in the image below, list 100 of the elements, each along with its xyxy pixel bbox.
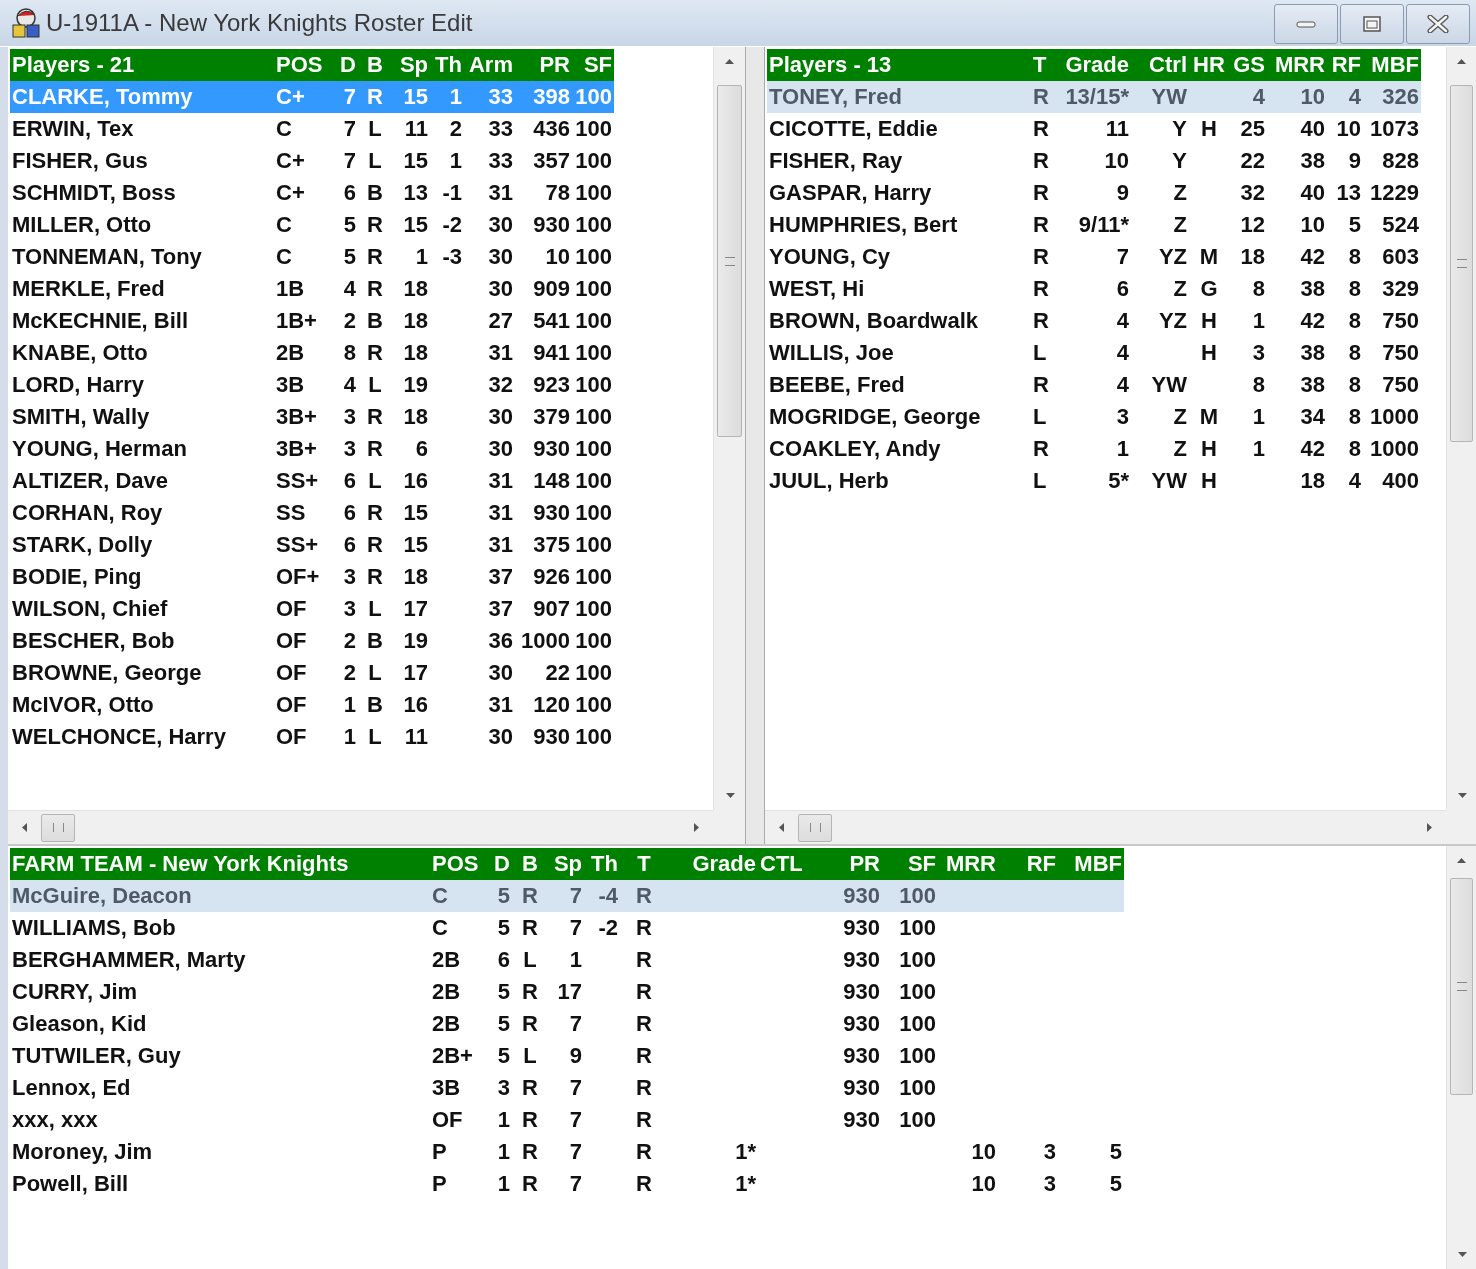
table-cell-text: 326 — [1381, 84, 1420, 110]
column-header[interactable]: Players - 13 — [767, 52, 1031, 78]
column-header[interactable]: Grade — [1061, 52, 1131, 78]
arrow-up-icon[interactable] — [725, 57, 734, 66]
column-header[interactable]: MBF — [1058, 851, 1124, 877]
column-header[interactable]: T — [1031, 52, 1061, 78]
column-header[interactable]: Ctrl — [1131, 52, 1189, 78]
vertical-scrollbar[interactable] — [713, 47, 745, 810]
column-header[interactable]: Players - 21 — [10, 52, 274, 78]
table-cell-text: 10 — [970, 1171, 997, 1197]
column-header[interactable]: Th — [430, 52, 464, 78]
column-header[interactable]: HR — [1189, 52, 1229, 78]
close-button[interactable] — [1406, 4, 1470, 44]
table-cell-text: McKECHNIE, Bill — [11, 308, 190, 334]
column-header[interactable]: SF — [572, 52, 614, 78]
table-cell-text: 930 — [532, 724, 571, 750]
column-header[interactable]: Grade — [668, 851, 758, 877]
table-cell-text: 100 — [574, 724, 613, 750]
table-cell-text: 27 — [487, 308, 514, 334]
table-cell-text: -2 — [597, 915, 619, 941]
column-header[interactable]: B — [512, 851, 548, 877]
column-header[interactable]: PR — [515, 52, 572, 78]
horizontal-scrollbar[interactable] — [8, 810, 713, 844]
table-cell-text: 7 — [568, 1171, 583, 1197]
table-cell-text: R — [366, 84, 384, 110]
arrow-up-icon[interactable] — [1457, 856, 1466, 865]
table-cell-text: ERWIN, Tex — [11, 116, 135, 142]
scroll-thumb[interactable] — [1450, 878, 1473, 1095]
table-cell-text: 31 — [487, 532, 514, 558]
table-cell-text: 2B — [431, 947, 462, 973]
table-cell-text: R — [635, 1011, 653, 1037]
arrow-down-icon[interactable] — [1457, 791, 1467, 800]
column-header[interactable]: FARM TEAM - New York Knights — [10, 851, 430, 877]
table-cell-text: 8 — [1347, 404, 1362, 430]
table-cell-text: L — [367, 116, 383, 142]
column-header[interactable]: Th — [584, 851, 620, 877]
column-header[interactable]: MRR — [1267, 52, 1327, 78]
column-header[interactable]: SF — [882, 851, 938, 877]
column-header[interactable]: Sp — [548, 851, 584, 877]
column-header[interactable]: D — [330, 52, 358, 78]
column-header[interactable]: PR — [812, 851, 882, 877]
column-header[interactable]: RF — [1327, 52, 1363, 78]
table-cell-text: 7 — [342, 84, 357, 110]
table-cell-text: 400 — [1381, 468, 1420, 494]
maximize-button[interactable] — [1340, 4, 1404, 44]
table-cell-text: 5 — [1347, 212, 1362, 238]
column-header[interactable]: POS — [274, 52, 330, 78]
table-cell-text: 37 — [487, 596, 514, 622]
table-cell-text: 40 — [1299, 180, 1326, 206]
table-cell-text: R — [1032, 180, 1050, 206]
minimize-button[interactable] — [1274, 4, 1338, 44]
column-header[interactable]: MBF — [1363, 52, 1421, 78]
column-header[interactable]: MRR — [938, 851, 998, 877]
table-cell-text: JUUL, Herb — [768, 468, 890, 494]
table-cell-text: R — [1032, 84, 1050, 110]
table-cell-text: R — [1032, 116, 1050, 142]
arrow-down-icon[interactable] — [1457, 1250, 1467, 1259]
table-cell-text: 7 — [568, 1139, 583, 1165]
arrow-right-icon[interactable] — [1425, 823, 1434, 832]
table-cell-text: 6 — [342, 500, 357, 526]
horizontal-scrollbar[interactable] — [765, 810, 1446, 844]
arrow-down-icon[interactable] — [725, 791, 735, 800]
table-cell-text: 11 — [403, 724, 429, 750]
column-header[interactable]: B — [358, 52, 392, 78]
table-cell-text: 8 — [1251, 276, 1266, 302]
arrow-left-icon[interactable] — [20, 823, 29, 832]
vertical-scrollbar[interactable] — [1446, 47, 1476, 810]
table-cell-text: 9 — [1115, 180, 1130, 206]
table-cell-text: 1 — [1115, 436, 1130, 462]
table-cell-text: MERKLE, Fred — [11, 276, 166, 302]
scroll-thumb[interactable] — [1450, 85, 1473, 442]
column-header[interactable]: POS — [430, 851, 484, 877]
arrow-up-icon[interactable] — [1457, 57, 1466, 66]
table-cell-text: 100 — [898, 1011, 937, 1037]
column-header[interactable]: Sp — [392, 52, 430, 78]
scroll-thumb[interactable] — [798, 813, 832, 842]
table-cell-text: 930 — [842, 979, 881, 1005]
table-cell-text: 18 — [402, 276, 429, 302]
table-cell-text: 1 — [1251, 436, 1266, 462]
table-cell-text: 8 — [342, 340, 357, 366]
column-header[interactable]: D — [484, 851, 512, 877]
table-cell-text: H — [1200, 468, 1218, 494]
scroll-thumb[interactable] — [41, 813, 75, 842]
column-header[interactable]: RF — [998, 851, 1058, 877]
column-header[interactable]: T — [620, 851, 668, 877]
table-cell-text: 930 — [842, 1043, 881, 1069]
table-cell-text: 8 — [1347, 436, 1362, 462]
vertical-scrollbar[interactable] — [1446, 846, 1476, 1269]
column-header[interactable]: CTL — [758, 851, 812, 877]
column-header[interactable]: Arm — [464, 52, 515, 78]
arrow-left-icon[interactable] — [777, 823, 786, 832]
arrow-right-icon[interactable] — [692, 823, 701, 832]
maximize-icon — [1362, 15, 1382, 33]
selected-row[interactable]: CLARKE, Tommy C+ 7 R 15 1 33 398 100 — [10, 81, 614, 113]
table-cell-text: Z — [1172, 212, 1188, 238]
table-cell-text: 6 — [342, 468, 357, 494]
scroll-thumb[interactable] — [717, 85, 742, 437]
table-cell-text: 3B — [275, 372, 306, 398]
table-cell-text: 6 — [496, 947, 511, 973]
column-header[interactable]: GS — [1229, 52, 1267, 78]
